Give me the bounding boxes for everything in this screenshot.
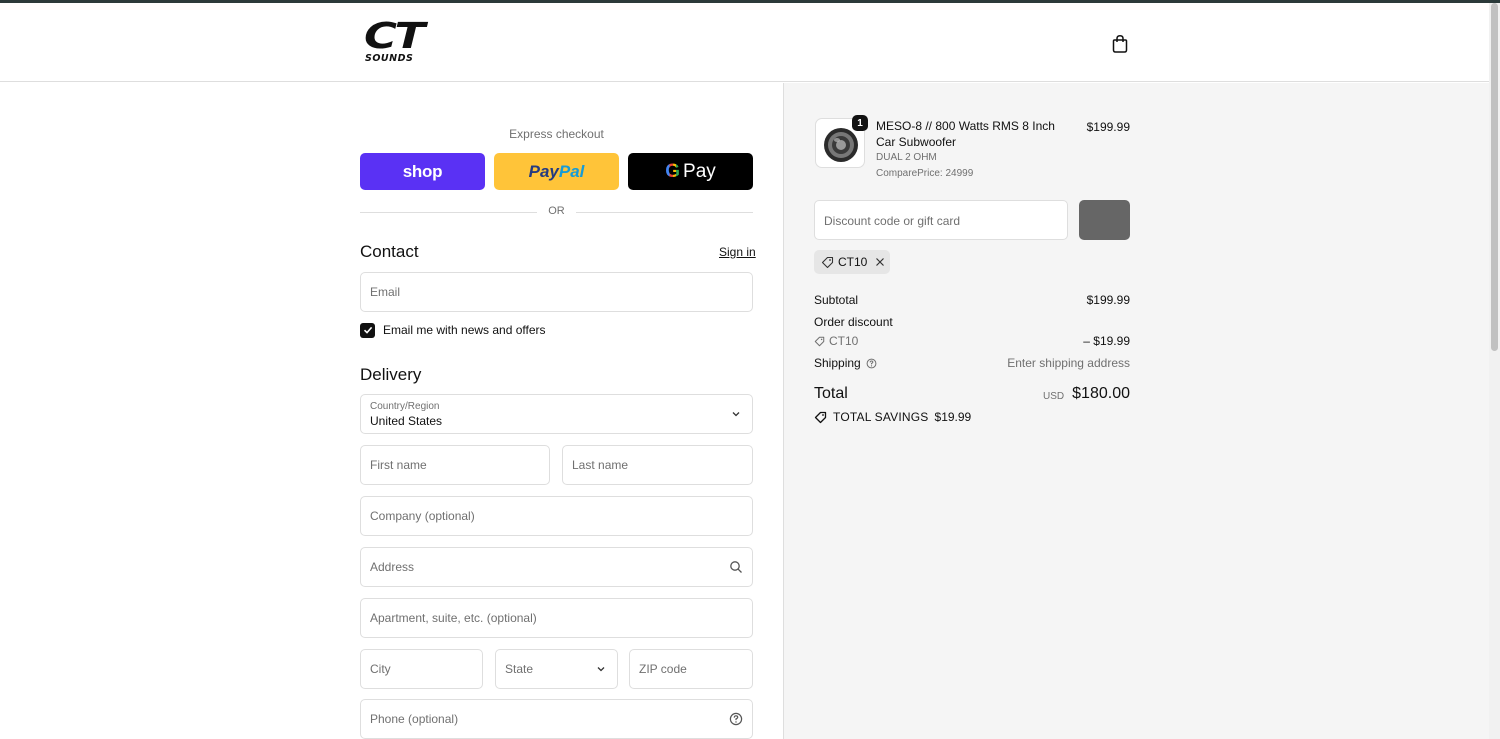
sign-in-link[interactable]: Sign in [719,245,756,259]
country-value: United States [370,414,443,428]
google-pay-label: Pay [683,160,716,182]
paypal-label-part2: Pal [558,161,585,181]
or-label: OR [548,205,565,217]
total-currency: USD [1043,391,1065,402]
quantity-badge: 1 [852,115,868,131]
apply-discount-button[interactable] [1079,200,1130,240]
address-placeholder: Address [370,560,415,574]
help-circle-icon[interactable] [729,712,743,726]
product-price: $199.99 [1086,120,1130,134]
express-checkout-title: Express checkout [509,127,604,141]
chevron-down-icon [732,412,740,417]
product-compare-price: ComparePrice: 24999 [876,168,974,179]
total-savings: TOTAL SAVINGS $19.99 [814,410,971,424]
apartment-field[interactable]: Apartment, suite, etc. (optional) [360,598,753,638]
shipping-label: Shipping [814,356,861,370]
brand-logo[interactable]: CT SOUNDS [364,19,444,65]
scrollbar-thumb[interactable] [1491,3,1498,351]
newsletter-label: Email me with news and offers [383,323,546,337]
paypal-button[interactable]: Pay Pal [494,153,619,190]
discount-code-text: CT10 [829,334,859,348]
address-field[interactable]: Address [360,547,753,587]
first-name-field[interactable]: First name [360,445,550,485]
last-name-placeholder: Last name [572,458,629,472]
subtotal-label: Subtotal [814,293,859,307]
discount-code-row: CT10 [814,334,858,348]
order-discount-label: Order discount [814,315,893,329]
shipping-value: Enter shipping address [1007,356,1130,370]
newsletter-checkbox[interactable] [360,322,375,338]
total-label: Total [814,385,848,402]
city-field[interactable]: City [360,649,483,689]
first-name-placeholder: First name [370,458,427,472]
shop-pay-label: shop [402,161,443,181]
paypal-label-part1: Pay [528,161,559,181]
shipping-row: Shipping [814,356,877,370]
email-placeholder: Email [370,285,401,299]
company-field[interactable]: Company (optional) [360,496,753,536]
phone-field[interactable]: Phone (optional) [360,699,753,739]
total-value: $180.00 [1072,385,1130,402]
divider-line-right [576,212,753,213]
discount-code-field[interactable]: Discount code or gift card [814,200,1068,240]
product-variant: DUAL 2 OHM [876,152,937,163]
country-label: Country/Region [370,401,440,412]
close-icon[interactable] [875,257,885,267]
page-scrollbar[interactable] [1489,3,1500,739]
state-select[interactable]: State [495,649,618,689]
applied-discount-chip: CT10 [814,250,890,274]
tag-icon [821,256,834,268]
country-select[interactable]: Country/Region United States [360,394,753,434]
shopping-bag-icon[interactable] [1111,34,1129,54]
contact-title: Contact [360,242,419,261]
site-header: CT SOUNDS [0,3,1489,82]
apartment-placeholder: Apartment, suite, etc. (optional) [370,611,537,625]
city-placeholder: City [370,662,391,676]
state-placeholder: State [505,662,534,676]
discount-value: – $19.99 [1083,334,1130,348]
subtotal-value: $199.99 [1086,293,1130,307]
company-placeholder: Company (optional) [370,509,475,523]
zip-code-placeholder: ZIP code [639,662,687,676]
search-icon[interactable] [729,560,743,574]
checkmark-icon [363,326,372,334]
google-pay-button[interactable]: G Pay [628,153,753,190]
google-g-icon: G [665,160,681,182]
phone-placeholder: Phone (optional) [370,712,459,726]
email-field[interactable]: Email [360,272,753,312]
total-savings-label: TOTAL SAVINGS [833,410,929,424]
chevron-down-icon [597,667,605,672]
logo-main-text: CT [364,16,425,57]
tag-icon [814,411,827,423]
discount-placeholder: Discount code or gift card [824,214,961,228]
delivery-title: Delivery [360,365,422,384]
applied-discount-code: CT10 [838,255,868,269]
or-divider: OR [360,205,753,219]
tag-icon [814,336,825,346]
help-circle-icon[interactable] [866,358,877,369]
zip-code-field[interactable]: ZIP code [629,649,753,689]
product-name: MESO-8 // 800 Watts RMS 8 Inch Car Subwo… [876,119,1055,149]
shop-pay-button[interactable]: shop [360,153,485,190]
total-savings-value: $19.99 [934,410,972,424]
last-name-field[interactable]: Last name [562,445,753,485]
newsletter-checkbox-row[interactable]: Email me with news and offers [360,322,546,338]
